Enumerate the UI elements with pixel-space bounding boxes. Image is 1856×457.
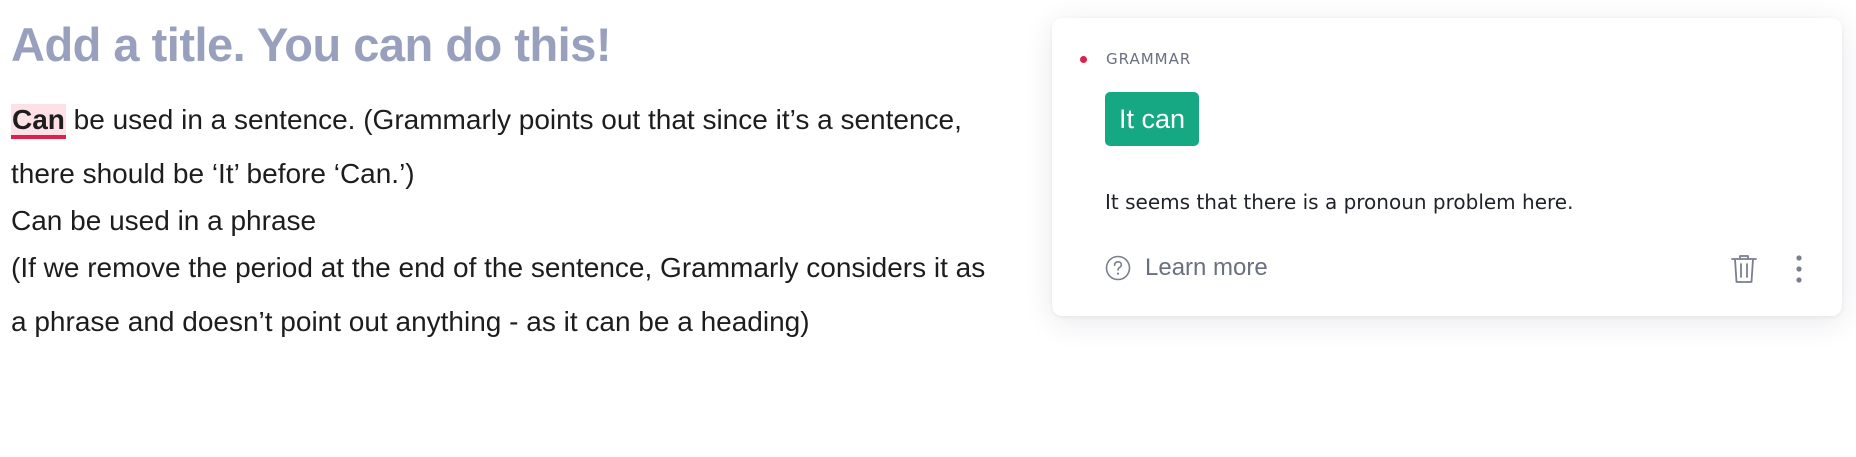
explanation-text: It seems that there is a pronoun problem… [1105, 190, 1574, 214]
suggestion-button[interactable]: It can [1105, 92, 1200, 146]
paragraph: (If we remove the period at the end of t… [11, 241, 1001, 349]
paragraph-text: Can be used in a phrase [11, 205, 317, 236]
paragraph: Can be used in a sentence. (Grammarly po… [11, 93, 1001, 201]
more-vertical-icon[interactable] [1794, 254, 1804, 284]
paragraph-text: be used in a sentence. (Grammarly points… [11, 104, 962, 189]
flagged-word[interactable]: Can [11, 104, 66, 139]
paragraph-text: (If we remove the period at the end of t… [11, 252, 986, 337]
card-header: GRAMMAR [1080, 50, 1191, 68]
red-dot-icon [1080, 55, 1087, 63]
editor-area[interactable]: Add a title. You can do this! Can be use… [11, 0, 1001, 349]
trash-icon[interactable] [1729, 252, 1759, 286]
suggestion-card[interactable]: GRAMMAR It can It seems that there is a … [1052, 18, 1842, 316]
category-label: GRAMMAR [1106, 50, 1192, 68]
learn-more-label: Learn more [1145, 254, 1268, 281]
document-title[interactable]: Add a title. You can do this! [11, 16, 1001, 74]
question-circle-icon [1105, 255, 1131, 281]
paragraph: Can be used in a phrase [11, 201, 1001, 241]
document-body[interactable]: Can be used in a sentence. (Grammarly po… [11, 93, 1001, 349]
learn-more-link[interactable]: Learn more [1105, 254, 1268, 282]
